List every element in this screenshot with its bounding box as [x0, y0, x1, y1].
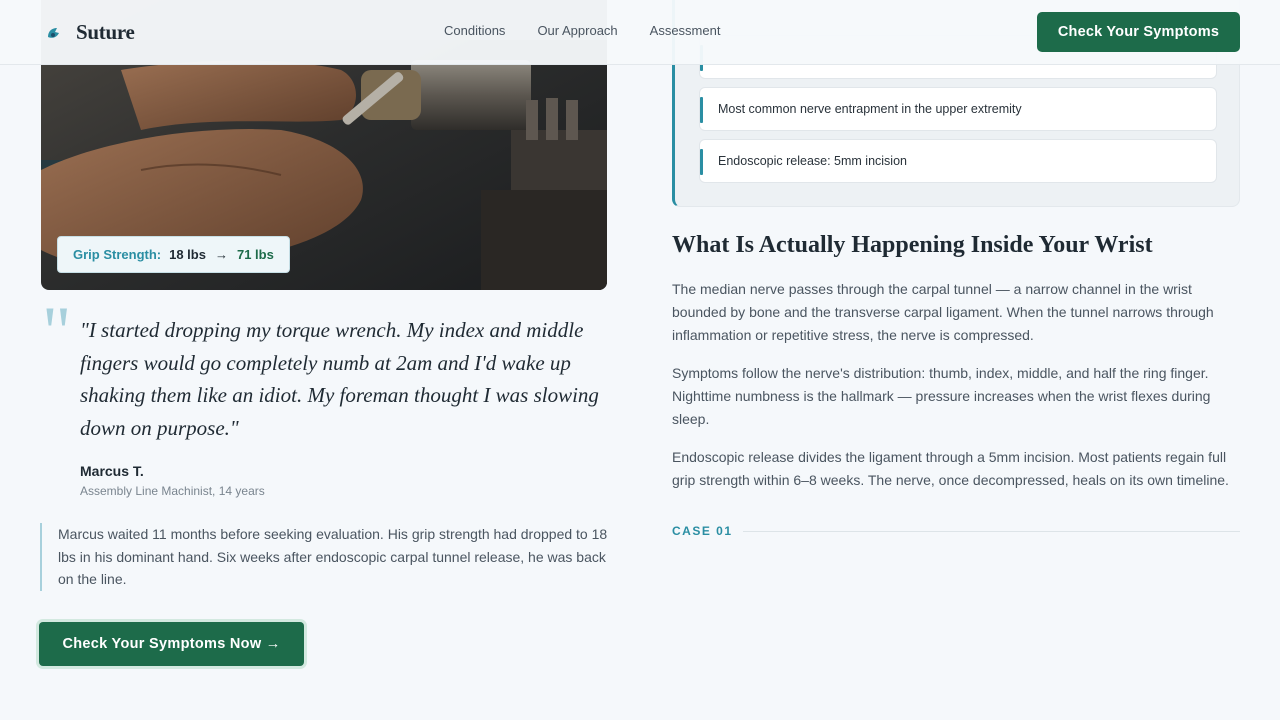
case-story: Marcus waited 11 months before seeking e…: [40, 523, 610, 591]
article-paragraph: Endoscopic release divides the ligament …: [672, 449, 1229, 488]
fact-item: Endoscopic release: 5mm incision: [699, 139, 1217, 183]
brand-logo[interactable]: Suture: [44, 20, 135, 45]
case-divider: [743, 531, 1240, 532]
fact-item: Most common nerve entrapment in the uppe…: [699, 87, 1217, 131]
nav-assessment[interactable]: Assessment: [650, 23, 721, 38]
arrow-right-icon: →: [214, 247, 228, 262]
check-symptoms-button[interactable]: Check Your Symptoms: [1037, 12, 1240, 52]
cta-focus-ring: Check Your Symptoms Now →: [36, 619, 307, 669]
grip-strength-after: 71 lbs: [236, 247, 274, 262]
logo-icon: [48, 27, 59, 38]
testimonial-author: Marcus T.: [80, 463, 144, 479]
brand-name: Suture: [76, 20, 135, 44]
site-header: Suture Conditions Our Approach Assessmen…: [0, 0, 1280, 65]
grip-strength-before: 18 lbs: [169, 247, 206, 262]
nav-conditions[interactable]: Conditions: [444, 23, 505, 38]
testimonial-quote: "I started dropping my torque wrench. My…: [80, 318, 599, 440]
quote-mark-icon: ": [42, 292, 72, 372]
testimonial-author-role: Assembly Line Machinist, 14 years: [80, 484, 265, 498]
nav-our-approach[interactable]: Our Approach: [537, 23, 617, 38]
check-symptoms-now-button[interactable]: Check Your Symptoms Now →: [39, 622, 304, 666]
article-paragraph: Symptoms follow the nerve's distribution…: [672, 365, 1211, 427]
grip-strength-badge: Grip Strength: 18 lbs → 71 lbs: [57, 236, 290, 273]
grip-strength-label: Grip Strength:: [73, 247, 162, 262]
case-label: CASE 01: [672, 524, 733, 538]
main-nav: Conditions Our Approach Assessment: [444, 23, 720, 38]
article-paragraph: The median nerve passes through the carp…: [672, 281, 1214, 343]
section-title: What Is Actually Happening Inside Your W…: [672, 232, 1153, 258]
